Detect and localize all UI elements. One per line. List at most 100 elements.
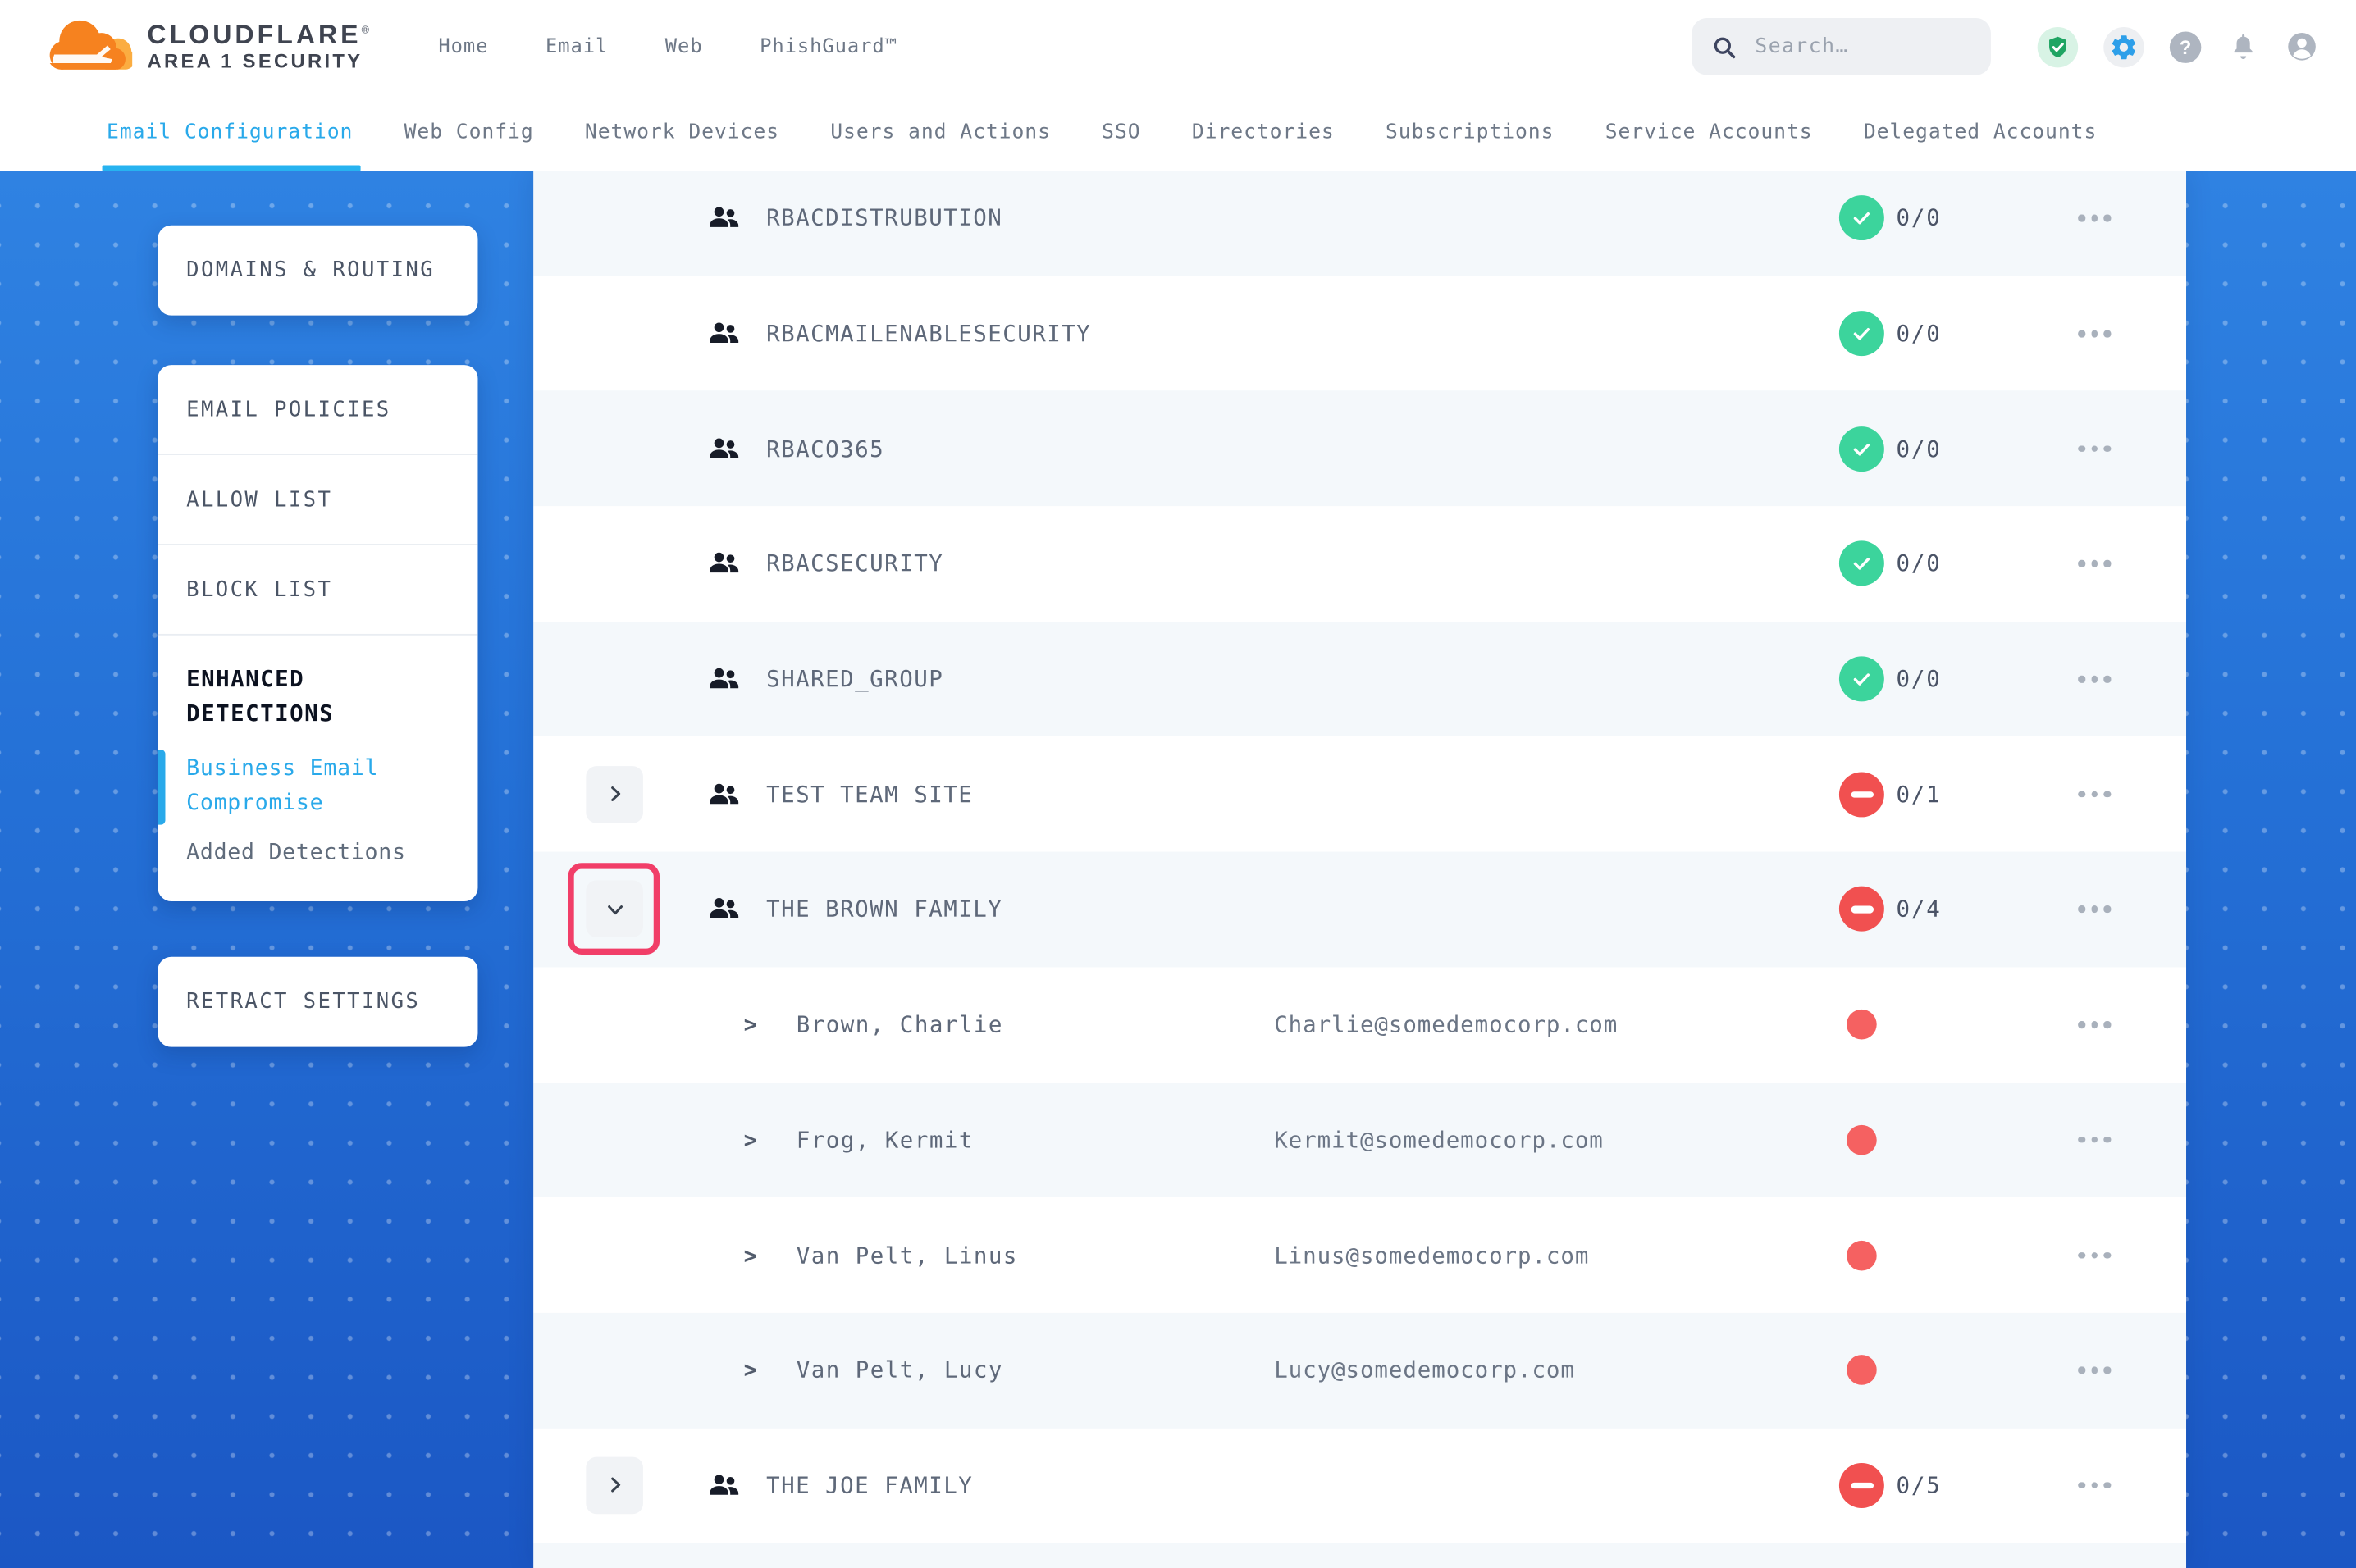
status-count: 0/4 xyxy=(1897,896,1942,923)
user-expand-caret[interactable]: > xyxy=(744,1126,758,1153)
status-dot-blocked xyxy=(1847,1010,1877,1040)
tab-sso[interactable]: SSO xyxy=(1102,93,1140,171)
search-box[interactable] xyxy=(1692,18,1990,75)
tab-users-and-actions[interactable]: Users and Actions xyxy=(830,93,1051,171)
config-tab-bar: Email Configuration Web Config Network Dev… xyxy=(0,93,2356,171)
status-count: 0/0 xyxy=(1897,550,1942,577)
status-badge-ok xyxy=(1839,311,1884,356)
tab-label: Delegated Accounts xyxy=(1864,121,2097,144)
user-email: Linus@somedemocorp.com xyxy=(1274,1242,1589,1269)
row-actions-menu[interactable] xyxy=(2075,321,2113,346)
user-name[interactable]: Van Pelt, Linus xyxy=(797,1242,1018,1269)
sidebar-card-domains-routing[interactable]: DOMAINS & ROUTING xyxy=(158,226,477,316)
group-name[interactable]: THE JOE FAMILY xyxy=(766,1472,973,1499)
tab-label: Service Accounts xyxy=(1605,121,1813,144)
group-name[interactable]: RBACMAILENABLESECURITY xyxy=(766,320,1091,347)
table-row-group: RBACO3650/0 xyxy=(533,391,2186,506)
brand-text: CLOUDFLARE® AREA 1 SECURITY xyxy=(147,21,369,73)
registered-mark: ® xyxy=(362,26,369,37)
nav-link-home[interactable]: Home xyxy=(438,35,488,57)
group-name[interactable]: RBACDISTRUBUTION xyxy=(766,205,1002,232)
group-users-icon xyxy=(710,436,740,462)
status-dot-blocked xyxy=(1847,1356,1877,1386)
user-name[interactable]: Frog, Kermit xyxy=(797,1126,974,1153)
row-actions-menu[interactable] xyxy=(2075,436,2113,461)
table-row-user: > Van Pelt, Linus Linus@somedemocorp.com xyxy=(533,1197,2186,1312)
group-name[interactable]: RBACSECURITY xyxy=(766,550,943,577)
search-input[interactable] xyxy=(1752,33,1969,60)
brand-name: CLOUDFLARE® xyxy=(147,21,369,51)
tab-directories[interactable]: Directories xyxy=(1192,93,1335,171)
nav-link-email[interactable]: Email xyxy=(546,35,608,57)
tab-label: Users and Actions xyxy=(830,121,1051,144)
groups-table-panel: RBACDISTRUBUTION 0/0 RBACMAILENABLESECURIT… xyxy=(533,171,2186,1568)
status-count: 0/0 xyxy=(1897,320,1942,347)
row-actions-menu[interactable] xyxy=(2075,1358,2113,1383)
email-policies-label: EMAIL POLICIES xyxy=(158,397,390,421)
user-expand-caret[interactable]: > xyxy=(744,1356,758,1383)
shield-check-icon[interactable] xyxy=(2038,26,2078,66)
enhanced-detections-section: ENHANCED DETECTIONS Business Email Compr… xyxy=(158,636,477,865)
table-row-user: > Van Pelt, Lucy Lucy@somedemocorp.com xyxy=(533,1313,2186,1428)
sidebar-item-added-detections[interactable]: Added Detections xyxy=(186,841,441,864)
user-icon[interactable] xyxy=(2285,30,2318,63)
group-users-icon xyxy=(710,1473,740,1498)
nav-link-phishguard-[interactable]: PhishGuard™ xyxy=(760,35,897,57)
cloudflare-logo[interactable]: CLOUDFLARE® AREA 1 SECURITY xyxy=(45,16,369,76)
tab-subscriptions[interactable]: Subscriptions xyxy=(1386,93,1554,171)
user-email: Lucy@somedemocorp.com xyxy=(1274,1356,1575,1383)
row-actions-menu[interactable] xyxy=(2075,782,2113,806)
user-name[interactable]: Van Pelt, Lucy xyxy=(797,1356,1003,1383)
group-users-icon xyxy=(710,896,740,922)
row-actions-menu[interactable] xyxy=(2075,1128,2113,1152)
collapse-button[interactable] xyxy=(586,881,643,938)
sidebar-card-policies: EMAIL POLICIES ALLOW LIST BLOCK LIST ENH… xyxy=(158,365,477,901)
expand-button[interactable] xyxy=(586,766,643,823)
expand-button[interactable] xyxy=(586,1457,643,1515)
row-actions-menu[interactable] xyxy=(2075,1012,2113,1037)
status-count: 0/5 xyxy=(1897,1472,1942,1499)
status-badge-blocked xyxy=(1839,1463,1884,1508)
user-expand-caret[interactable]: > xyxy=(744,1242,758,1269)
row-actions-menu[interactable] xyxy=(2075,206,2113,230)
help-icon[interactable]: ? xyxy=(2170,31,2201,62)
app-window: CLOUDFLARE® AREA 1 SECURITY Home Email Web… xyxy=(0,0,2356,1568)
row-actions-menu[interactable] xyxy=(2075,1242,2113,1267)
sidebar-item-allow-list[interactable]: ALLOW LIST xyxy=(158,455,477,545)
sidebar-item-block-list[interactable]: BLOCK LIST xyxy=(158,545,477,636)
row-actions-menu[interactable] xyxy=(2075,1473,2113,1497)
bell-icon[interactable] xyxy=(2226,30,2259,63)
group-name[interactable]: SHARED_GROUP xyxy=(766,666,943,693)
groups-table: RBACDISTRUBUTION 0/0 RBACMAILENABLESECURIT… xyxy=(533,171,2186,1568)
sidebar-item-business-email-compromise[interactable]: Business Email Compromise xyxy=(186,752,441,822)
status-count: 0/0 xyxy=(1897,205,1942,232)
sidebar-item-domains-routing[interactable]: DOMAINS & ROUTING xyxy=(158,258,435,282)
tab-label: Network Devices xyxy=(585,121,779,144)
group-name[interactable]: THE BROWN FAMILY xyxy=(766,896,1002,923)
group-name[interactable]: RBACO365 xyxy=(766,435,884,463)
nav-link-web[interactable]: Web xyxy=(665,35,703,57)
tab-label: Web Config xyxy=(404,121,534,144)
sidebar-item-email-policies[interactable]: EMAIL POLICIES xyxy=(158,365,477,455)
tab-label: Directories xyxy=(1192,121,1335,144)
sidebar-card-retract-settings[interactable]: RETRACT SETTINGS xyxy=(158,957,477,1047)
row-actions-menu[interactable] xyxy=(2075,551,2113,576)
user-name[interactable]: Brown, Charlie xyxy=(797,1011,1003,1038)
group-name[interactable]: TEST TEAM SITE xyxy=(766,781,973,808)
help-glyph: ? xyxy=(2180,35,2192,57)
user-email: Kermit@somedemocorp.com xyxy=(1274,1126,1604,1153)
table-row-group: TEST TEAM SITE0/1 xyxy=(533,736,2186,851)
tab-delegated-accounts[interactable]: Delegated Accounts xyxy=(1864,93,2097,171)
row-actions-menu[interactable] xyxy=(2075,897,2113,922)
tab-network-devices[interactable]: Network Devices xyxy=(585,93,779,171)
row-actions-menu[interactable] xyxy=(2075,667,2113,691)
tab-email-configuration[interactable]: Email Configuration xyxy=(107,93,353,171)
status-dot-blocked xyxy=(1847,1240,1877,1270)
gear-icon[interactable] xyxy=(2103,26,2144,66)
user-expand-caret[interactable]: > xyxy=(744,1011,758,1038)
sidebar-item-retract-settings[interactable]: RETRACT SETTINGS xyxy=(158,990,420,1014)
status-count: 0/0 xyxy=(1897,666,1942,693)
tab-service-accounts[interactable]: Service Accounts xyxy=(1605,93,1813,171)
allow-list-label: ALLOW LIST xyxy=(158,487,332,511)
tab-web-config[interactable]: Web Config xyxy=(404,93,534,171)
